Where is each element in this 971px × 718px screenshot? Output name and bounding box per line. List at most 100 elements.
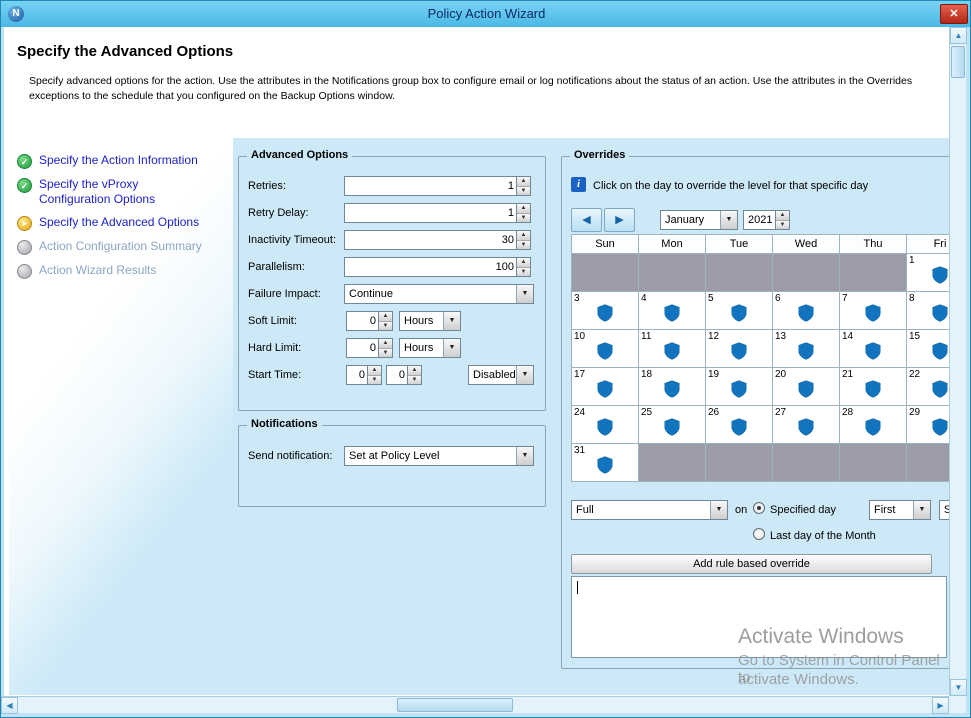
parallelism-input[interactable]: 100 ▲▼ [344,257,531,277]
window-frame-bottom [1,713,971,718]
dropdown-arrow-icon[interactable]: ▼ [710,501,727,519]
retries-input[interactable]: 1 ▲▼ [344,176,531,196]
calendar-day-cell[interactable]: 7 [840,292,907,330]
day-number: 10 [574,331,585,342]
spin-up-icon[interactable]: ▲ [517,204,530,214]
soft-limit-input[interactable]: 0 ▲▼ [346,311,393,331]
spin-down-icon[interactable]: ▼ [379,349,392,358]
dropdown-arrow-icon[interactable]: ▼ [443,339,460,357]
dropdown-arrow-icon[interactable]: ▼ [516,285,533,303]
spin-up-icon[interactable]: ▲ [776,211,789,221]
spin-up-icon[interactable]: ▲ [408,366,421,376]
spin-up-icon[interactable]: ▲ [517,231,530,241]
override-shield-icon [732,418,747,435]
start-time-mode-select[interactable]: Disabled ▼ [468,365,534,385]
calendar-day-cell[interactable]: 12 [706,330,773,368]
scroll-left-icon[interactable]: ◀ [1,697,18,714]
spin-up-icon[interactable]: ▲ [379,339,392,349]
calendar-day-cell[interactable]: 3 [572,292,639,330]
calendar-day-cell[interactable]: 24 [572,406,639,444]
spin-down-icon[interactable]: ▼ [368,376,381,385]
override-shield-icon [866,418,881,435]
wizard-step[interactable]: ➤Specify the Advanced Options [17,215,227,231]
vertical-scrollbar-thumb[interactable] [951,46,965,78]
calendar-day-header: Wed [773,235,840,254]
calendar-day-cell[interactable]: 14 [840,330,907,368]
calendar-day-cell[interactable]: 26 [706,406,773,444]
calendar-day-cell[interactable]: 4 [639,292,706,330]
ordinal-select[interactable]: First ▼ [869,500,931,520]
spin-down-icon[interactable]: ▼ [408,376,421,385]
spin-down-icon[interactable]: ▼ [379,322,392,331]
calendar-day-cell[interactable]: 29 [907,406,949,444]
inactivity-timeout-input[interactable]: 30 ▲▼ [344,230,531,250]
start-time-hour-value: 0 [349,366,365,384]
step-complete-icon: ✓ [17,154,32,169]
next-month-button[interactable]: ▶ [604,208,635,232]
hard-limit-input[interactable]: 0 ▲▼ [346,338,393,358]
scroll-right-icon[interactable]: ▶ [932,697,949,714]
weekday-select[interactable]: Sunday ▼ [939,500,949,520]
spin-up-icon[interactable]: ▲ [368,366,381,376]
specified-day-radio[interactable] [753,502,765,514]
calendar-day-cell[interactable]: 13 [773,330,840,368]
wizard-step[interactable]: Action Wizard Results [17,263,227,279]
dropdown-arrow-icon[interactable]: ▼ [516,366,533,384]
spin-up-icon[interactable]: ▲ [517,177,530,187]
horizontal-scrollbar-thumb[interactable] [397,698,513,712]
calendar-day-header: Fri [907,235,949,254]
page-title: Specify the Advanced Options [17,43,233,60]
override-shield-icon [933,418,948,435]
vertical-scrollbar[interactable]: ▲ ▼ [949,27,966,696]
spin-down-icon[interactable]: ▼ [776,221,789,230]
spin-up-icon[interactable]: ▲ [517,258,530,268]
calendar-day-cell[interactable]: 1 [907,254,949,292]
calendar-day-cell[interactable]: 10 [572,330,639,368]
calendar-day-cell[interactable]: 20 [773,368,840,406]
spin-down-icon[interactable]: ▼ [517,268,530,277]
wizard-step[interactable]: ✓Specify the Action Information [17,153,227,169]
send-notification-select[interactable]: Set at Policy Level ▼ [344,446,534,466]
start-time-minute-input[interactable]: 0 ▲▼ [386,365,422,385]
calendar-day-cell[interactable]: 6 [773,292,840,330]
month-select[interactable]: January ▼ [660,210,738,230]
wizard-step[interactable]: Action Configuration Summary [17,239,227,255]
spin-down-icon[interactable]: ▼ [517,241,530,250]
calendar-day-cell[interactable]: 15 [907,330,949,368]
previous-month-button[interactable]: ◀ [571,208,602,232]
add-rule-based-override-button[interactable]: Add rule based override [571,554,932,574]
dropdown-arrow-icon[interactable]: ▼ [443,312,460,330]
close-button[interactable]: ✕ [940,4,968,24]
ordinal-value: First [874,501,912,519]
override-level-select[interactable]: Full ▼ [571,500,728,520]
start-time-hour-input[interactable]: 0 ▲▼ [346,365,382,385]
horizontal-scrollbar[interactable]: ◀ ▶ [1,696,949,713]
calendar-day-cell[interactable]: 8 [907,292,949,330]
scroll-up-icon[interactable]: ▲ [950,27,967,44]
spin-up-icon[interactable]: ▲ [379,312,392,322]
calendar-day-cell[interactable]: 21 [840,368,907,406]
calendar-day-cell[interactable]: 18 [639,368,706,406]
soft-limit-unit-select[interactable]: Hours ▼ [399,311,461,331]
calendar-day-cell[interactable]: 22 [907,368,949,406]
wizard-step[interactable]: ✓Specify the vProxy Configuration Option… [17,177,227,207]
hard-limit-unit-select[interactable]: Hours ▼ [399,338,461,358]
dropdown-arrow-icon[interactable]: ▼ [720,211,737,229]
dropdown-arrow-icon[interactable]: ▼ [516,447,533,465]
calendar-day-cell[interactable]: 19 [706,368,773,406]
calendar-day-cell[interactable]: 25 [639,406,706,444]
calendar-day-cell[interactable]: 11 [639,330,706,368]
calendar-day-cell[interactable]: 28 [840,406,907,444]
spin-down-icon[interactable]: ▼ [517,214,530,223]
calendar-day-cell[interactable]: 31 [572,444,639,482]
retry-delay-input[interactable]: 1 ▲▼ [344,203,531,223]
calendar-day-cell[interactable]: 17 [572,368,639,406]
scroll-down-icon[interactable]: ▼ [950,679,967,696]
calendar-day-cell[interactable]: 5 [706,292,773,330]
dropdown-arrow-icon[interactable]: ▼ [913,501,930,519]
failure-impact-select[interactable]: Continue ▼ [344,284,534,304]
spin-down-icon[interactable]: ▼ [517,187,530,196]
calendar-day-cell[interactable]: 27 [773,406,840,444]
year-input[interactable]: 2021 ▲▼ [743,210,790,230]
last-day-radio[interactable] [753,528,765,540]
